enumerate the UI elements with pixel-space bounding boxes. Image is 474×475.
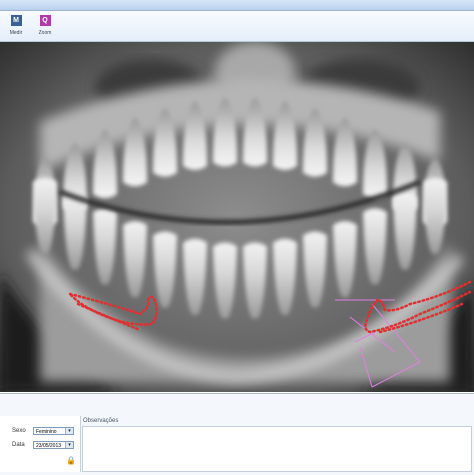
patient-fields: Sexo Feminino ▾ Data 23/05/2013 ▾ 🔒 [0, 416, 81, 472]
toolbar: M Medir Q Zoom [0, 11, 474, 42]
sex-label: Sexo [12, 428, 26, 434]
panoramic-xray-viewer[interactable] [0, 42, 474, 392]
date-picker[interactable]: 23/05/2013 ▾ [33, 441, 74, 449]
zoom-tool-label: Zoom [38, 30, 52, 36]
lock-icon[interactable]: 🔒 [66, 456, 76, 465]
panoramic-xray-image [0, 42, 474, 392]
ruler-icon: M [10, 15, 22, 26]
patient-info-panel: Sexo Feminino ▾ Data 23/05/2013 ▾ 🔒 Obse… [0, 393, 474, 475]
chevron-down-icon: ▾ [65, 442, 73, 448]
observations-label: Observações [83, 418, 119, 424]
date-picker-value: 23/05/2013 [36, 443, 62, 449]
measure-tool-button[interactable]: M Medir [3, 13, 29, 39]
zoom-tool-button[interactable]: Q Zoom [32, 13, 58, 39]
date-label: Data [12, 442, 25, 448]
observations-textarea[interactable] [82, 426, 472, 472]
sex-select[interactable]: Feminino ▾ [33, 427, 74, 435]
measure-tool-label: Medir [9, 30, 23, 36]
chevron-down-icon: ▾ [65, 428, 73, 434]
image-icon: Q [39, 15, 51, 26]
window-title-bar [0, 0, 474, 11]
sex-select-value: Feminino [36, 429, 57, 435]
